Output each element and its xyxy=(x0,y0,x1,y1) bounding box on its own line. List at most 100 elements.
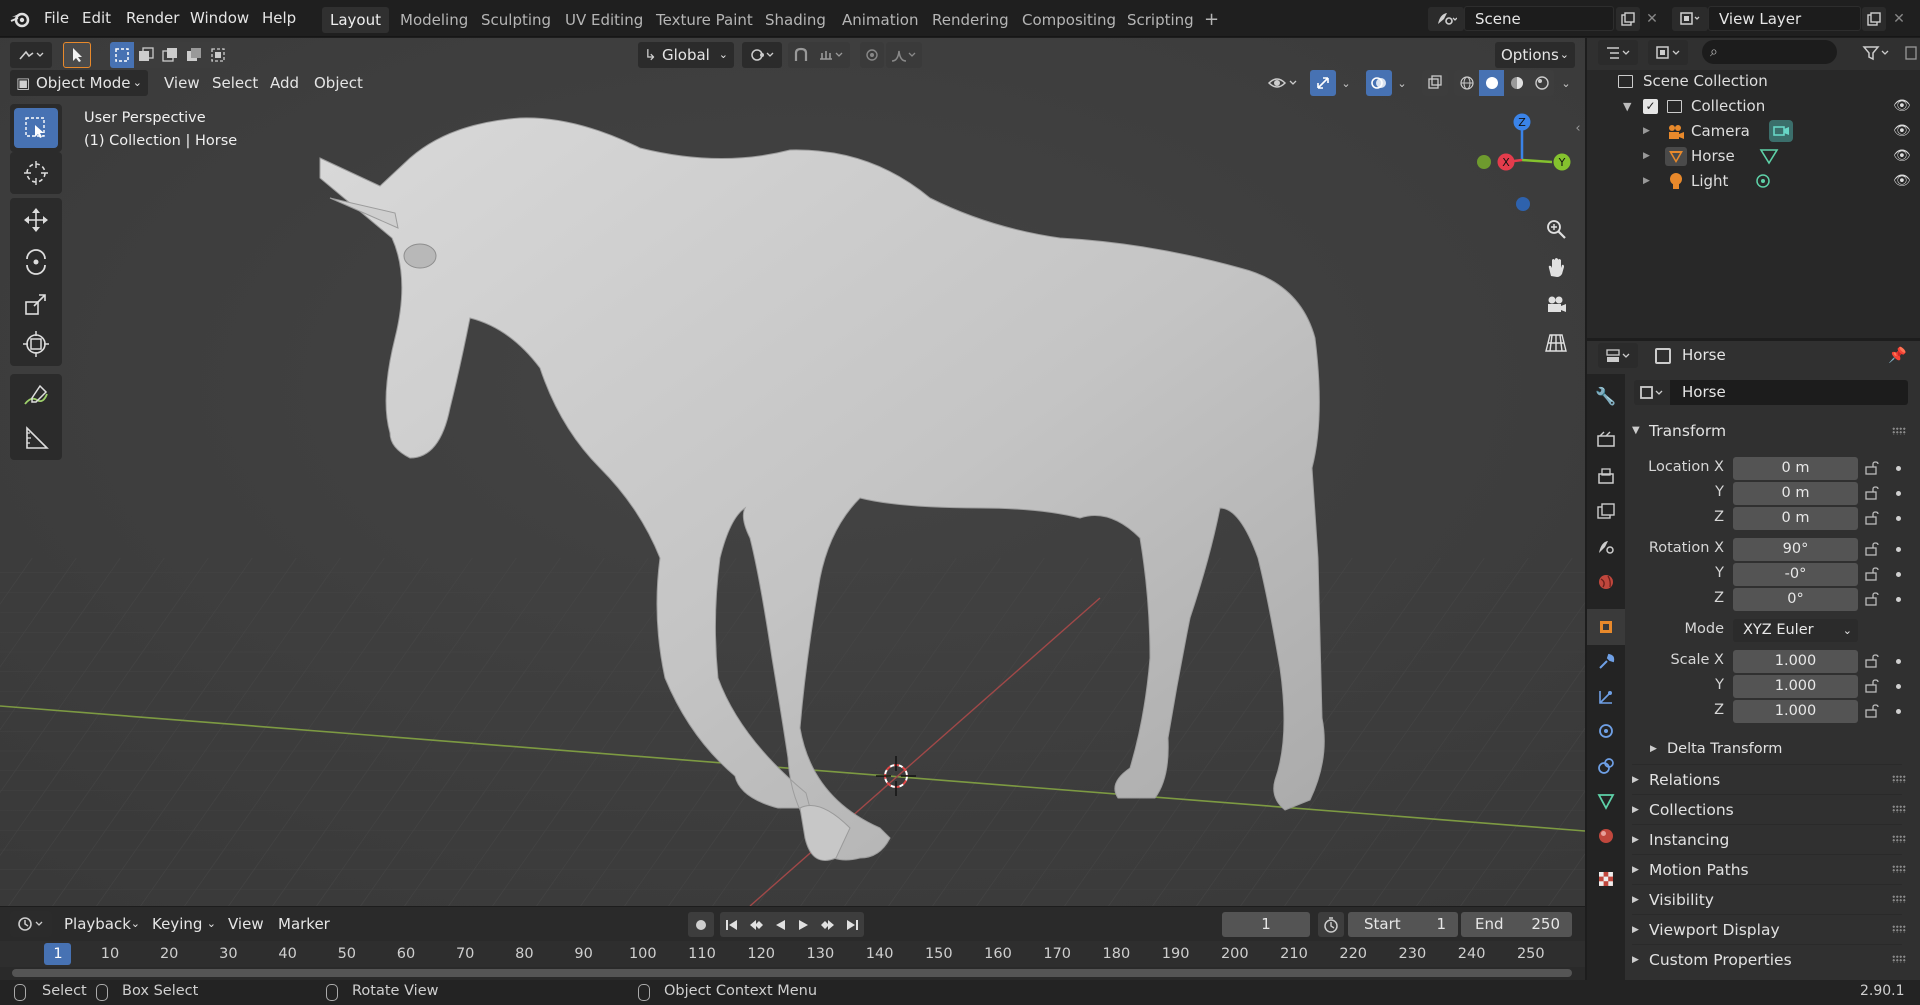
play-reverse-icon[interactable] xyxy=(768,912,792,937)
menu-file[interactable]: File xyxy=(44,9,69,27)
texture-properties-tab-icon[interactable] xyxy=(1590,863,1622,895)
keyframe-dot-icon[interactable] xyxy=(1896,684,1901,689)
object-name-field[interactable]: Horse xyxy=(1670,380,1908,405)
selection-mode-intersect-icon[interactable] xyxy=(206,42,230,68)
panel-grip-icon[interactable] xyxy=(1892,775,1906,783)
delete-scene-icon[interactable]: ✕ xyxy=(1641,7,1663,31)
camera-data-icon[interactable] xyxy=(1769,120,1793,142)
lock-icon[interactable] xyxy=(1865,542,1879,556)
properties-editor-type-icon[interactable] xyxy=(1598,343,1638,368)
constraints-properties-tab-icon[interactable] xyxy=(1590,750,1622,782)
lock-icon[interactable] xyxy=(1865,704,1879,718)
pin-icon[interactable]: 📌 xyxy=(1888,346,1907,364)
shading-wireframe-icon[interactable] xyxy=(1454,70,1479,96)
shading-dropdown-icon[interactable]: ⌄ xyxy=(1556,70,1576,96)
mesh-data-icon[interactable] xyxy=(1759,147,1779,165)
pan-view-icon[interactable] xyxy=(1541,252,1571,282)
object-properties-tab-icon[interactable] xyxy=(1590,611,1622,643)
tab-uv-editing[interactable]: UV Editing xyxy=(557,7,651,33)
jump-to-keyframe-prev-icon[interactable] xyxy=(744,912,768,937)
selection-mode-new-icon[interactable] xyxy=(110,42,134,68)
tool-properties-tab-icon[interactable]: 🔧 xyxy=(1590,381,1622,413)
viewport-menu-add[interactable]: Add xyxy=(264,70,305,96)
particles-properties-tab-icon[interactable] xyxy=(1590,681,1622,713)
pivot-point-icon[interactable] xyxy=(742,42,782,68)
tab-texture-paint[interactable]: Texture Paint xyxy=(648,7,761,33)
location-y-field[interactable]: 0 m xyxy=(1733,482,1858,505)
blender-logo-icon[interactable] xyxy=(10,8,32,30)
select-box-tool-icon[interactable] xyxy=(14,108,58,148)
outliner-editor-type-icon[interactable] xyxy=(1598,40,1638,65)
shading-material-icon[interactable] xyxy=(1504,70,1529,96)
transform-tool-icon[interactable] xyxy=(14,324,58,364)
keyframe-dot-icon[interactable] xyxy=(1896,547,1901,552)
selection-mode-subtract-icon[interactable] xyxy=(158,42,182,68)
outliner-collection-row[interactable]: ▼ ✓ Collection 👁 xyxy=(1587,94,1920,119)
keyframe-dot-icon[interactable] xyxy=(1896,659,1901,664)
scene-name-field[interactable]: Scene xyxy=(1464,6,1614,31)
rotation-z-field[interactable]: 0° xyxy=(1733,588,1858,611)
tab-compositing[interactable]: Compositing xyxy=(1014,7,1124,33)
end-frame-field[interactable]: End 250 xyxy=(1461,912,1572,937)
current-frame-field[interactable]: 1 xyxy=(1222,912,1310,937)
add-workspace-button[interactable]: + xyxy=(1196,7,1227,33)
expand-icon[interactable]: ▶ xyxy=(1643,119,1650,144)
eye-icon[interactable]: 👁 xyxy=(1893,94,1911,119)
keyframe-dot-icon[interactable] xyxy=(1896,516,1901,521)
scale-z-field[interactable]: 1.000 xyxy=(1733,700,1858,723)
gizmo-dropdown-icon[interactable]: ⌄ xyxy=(1336,70,1356,96)
camera-view-icon[interactable] xyxy=(1541,290,1571,320)
jump-to-start-icon[interactable] xyxy=(720,912,744,937)
xray-toggle-icon[interactable] xyxy=(1422,70,1448,96)
expand-icon[interactable]: ▶ xyxy=(1643,169,1650,194)
view-layer-properties-tab-icon[interactable] xyxy=(1590,495,1622,527)
panel-header-visibility[interactable]: ▶ Visibility xyxy=(1632,884,1902,914)
light-data-icon[interactable] xyxy=(1753,172,1773,190)
rotation-x-field[interactable]: 90° xyxy=(1733,538,1858,561)
options-dropdown[interactable]: Options ⌄ xyxy=(1495,42,1575,68)
panel-grip-icon[interactable] xyxy=(1892,865,1906,873)
rotate-tool-icon[interactable] xyxy=(14,242,58,282)
outliner-search-input[interactable]: ⌕ xyxy=(1702,40,1837,64)
keyframe-dot-icon[interactable] xyxy=(1896,466,1901,471)
sidebar-toggle-icon[interactable]: ‹ xyxy=(1572,118,1584,138)
panel-grip-icon[interactable] xyxy=(1892,835,1906,843)
object-data-properties-tab-icon[interactable] xyxy=(1590,785,1622,817)
object-mode-dropdown[interactable]: ▣ Object Mode ⌄ xyxy=(10,70,148,96)
playback-menu[interactable]: Playback ⌄ xyxy=(58,911,144,937)
perspective-toggle-icon[interactable] xyxy=(1541,328,1571,358)
cursor-tool-icon[interactable] xyxy=(14,153,58,193)
rotation-y-field[interactable]: -0° xyxy=(1733,563,1858,586)
lock-icon[interactable] xyxy=(1865,654,1879,668)
horizontal-scrollbar[interactable] xyxy=(12,969,1572,977)
panel-grip-icon[interactable] xyxy=(1892,955,1906,963)
render-properties-tab-icon[interactable] xyxy=(1590,423,1622,455)
move-tool-icon[interactable] xyxy=(14,200,58,240)
timeline-menu-view[interactable]: View xyxy=(222,911,270,937)
jump-to-keyframe-next-icon[interactable] xyxy=(816,912,840,937)
expand-icon[interactable]: ▶ xyxy=(1643,144,1650,169)
panel-header-viewport-display[interactable]: ▶ Viewport Display xyxy=(1632,914,1902,944)
panel-header-collections[interactable]: ▶ Collections xyxy=(1632,794,1902,824)
keyframe-dot-icon[interactable] xyxy=(1896,572,1901,577)
menu-render[interactable]: Render xyxy=(126,9,179,27)
rotation-mode-dropdown[interactable]: XYZ Euler ⌄ xyxy=(1733,619,1858,642)
view-layer-selector-icon[interactable] xyxy=(1672,7,1708,31)
scale-y-field[interactable]: 1.000 xyxy=(1733,675,1858,698)
shading-solid-icon[interactable] xyxy=(1479,70,1504,96)
timeline-menu-marker[interactable]: Marker xyxy=(272,911,336,937)
proportional-falloff-icon[interactable] xyxy=(886,42,922,68)
play-icon[interactable] xyxy=(792,912,816,937)
outliner-item-horse[interactable]: ▶ Horse 👁 xyxy=(1587,144,1920,169)
selection-mode-invert-icon[interactable] xyxy=(182,42,206,68)
menu-window[interactable]: Window xyxy=(190,9,249,27)
visibility-toggle-icon[interactable] xyxy=(1262,70,1304,96)
scale-tool-icon[interactable] xyxy=(14,284,58,324)
tab-rendering[interactable]: Rendering xyxy=(924,7,1017,33)
new-scene-icon[interactable] xyxy=(1616,7,1640,31)
lock-icon[interactable] xyxy=(1865,567,1879,581)
outliner-item-camera[interactable]: ▶ Camera 👁 xyxy=(1587,119,1920,144)
world-properties-tab-icon[interactable] xyxy=(1590,566,1622,598)
selection-mode-extend-icon[interactable] xyxy=(134,42,158,68)
panel-grip-icon[interactable] xyxy=(1892,805,1906,813)
